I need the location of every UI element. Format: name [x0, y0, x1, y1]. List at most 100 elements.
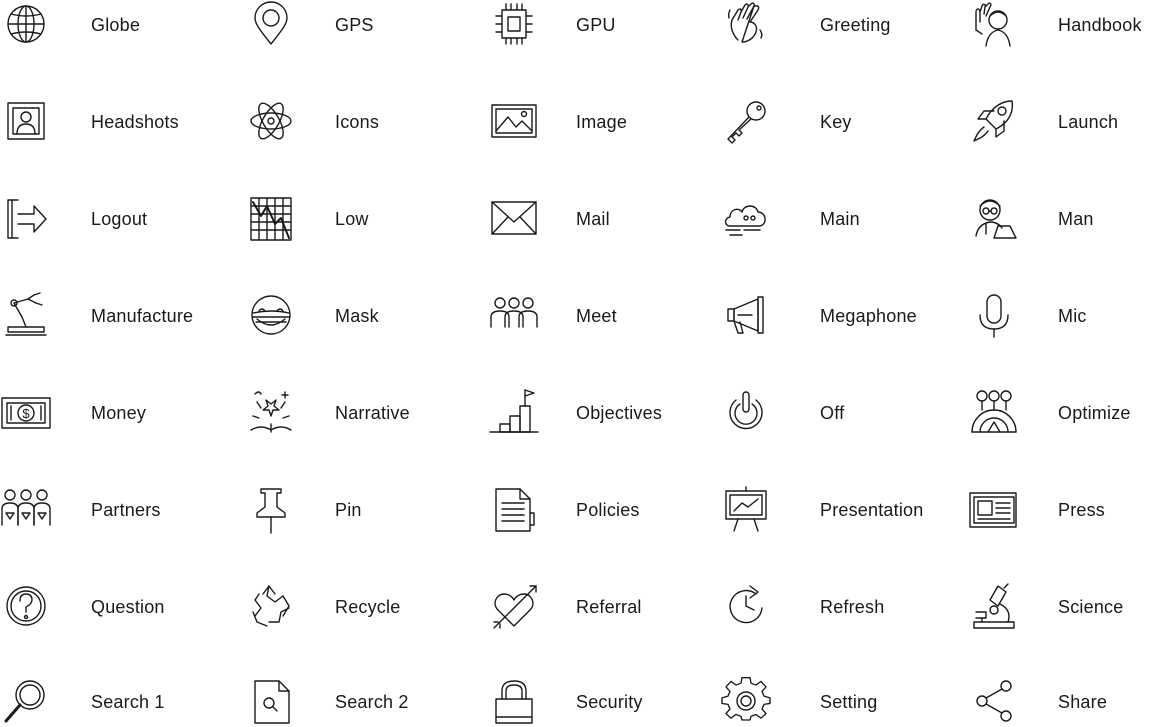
- man-icon: [968, 194, 1020, 244]
- icon-label: Icons: [335, 112, 380, 132]
- icon-tile: Mic: [968, 291, 1168, 341]
- presentation-icon: [720, 485, 772, 535]
- narrative-icon: [245, 388, 297, 438]
- icon-label: Launch: [1058, 112, 1119, 132]
- icon-tile: Referral: [488, 582, 728, 632]
- icon-label: Meet: [576, 306, 617, 326]
- icon-tile: Greeting: [720, 0, 960, 50]
- icon-label: Money: [91, 403, 147, 423]
- icon-tile: Launch: [968, 97, 1168, 147]
- launch-icon: [968, 97, 1020, 147]
- icon-label: Image: [576, 112, 628, 132]
- icon-label: Headshots: [91, 112, 179, 132]
- icon-tile: Question: [0, 582, 240, 632]
- icon-tile: Manufacture: [0, 291, 240, 341]
- gpu-icon: [488, 0, 540, 50]
- partners-icon: [0, 485, 52, 535]
- icon-label: Manufacture: [91, 306, 194, 326]
- icon-label: Globe: [91, 15, 141, 35]
- refresh-icon: [720, 582, 772, 632]
- icon-tile: Partners: [0, 485, 240, 535]
- icon-tile: Search 1: [0, 677, 240, 727]
- icon-label: Referral: [576, 597, 642, 617]
- icon-tile: Key: [720, 97, 960, 147]
- logout-icon: [0, 194, 52, 244]
- icon-label: Man: [1058, 209, 1094, 229]
- icon-label: Logout: [91, 209, 148, 229]
- search-2-icon: [245, 677, 297, 727]
- icon-label: Mask: [335, 306, 379, 326]
- icon-tile: Man: [968, 194, 1168, 244]
- science-icon: [968, 582, 1020, 632]
- off-icon: [720, 388, 772, 438]
- optimize-icon: [968, 388, 1020, 438]
- icon-label: Megaphone: [820, 306, 917, 326]
- icon-tile: Logout: [0, 194, 240, 244]
- icon-label: Low: [335, 209, 369, 229]
- icon-tile: GPU: [488, 0, 728, 50]
- icon-label: Mail: [576, 209, 610, 229]
- icon-tile: Headshots: [0, 97, 240, 147]
- question-icon: [0, 582, 52, 632]
- megaphone-icon: [720, 291, 772, 341]
- referral-icon: [488, 582, 540, 632]
- key-icon: [720, 97, 772, 147]
- icon-tile: Off: [720, 388, 960, 438]
- security-icon: [488, 677, 540, 727]
- icon-tile: Mail: [488, 194, 728, 244]
- setting-icon: [720, 677, 772, 727]
- icon-tile: Narrative: [245, 388, 485, 438]
- icon-label: Optimize: [1058, 403, 1131, 423]
- icon-tile: Pin: [245, 485, 485, 535]
- icon-label: Partners: [91, 500, 161, 520]
- icon-label: Mic: [1058, 306, 1087, 326]
- icon-tile: Setting: [720, 677, 960, 727]
- icon-tile: Search 2: [245, 677, 485, 727]
- search-1-icon: [0, 677, 52, 727]
- icon-tile: Press: [968, 485, 1168, 535]
- icon-tile: Science: [968, 582, 1168, 632]
- icon-label: Main: [820, 209, 860, 229]
- pin-icon: [245, 485, 297, 535]
- icon-label: Greeting: [820, 15, 891, 35]
- policies-icon: [488, 485, 540, 535]
- mask-icon: [245, 291, 297, 341]
- icon-tile: Presentation: [720, 485, 960, 535]
- icon-label: Narrative: [335, 403, 410, 423]
- share-icon: [968, 677, 1020, 727]
- mic-icon: [968, 291, 1020, 341]
- recycle-icon: [245, 582, 297, 632]
- icon-tile: Optimize: [968, 388, 1168, 438]
- icon-label: Refresh: [820, 597, 885, 617]
- icon-tile: GPS: [245, 0, 485, 50]
- icon-grid: Globe GPS GPU Greeting Handbook Headshots Icon…: [0, 0, 1169, 724]
- icon-label: Press: [1058, 500, 1106, 520]
- icon-label: GPS: [335, 15, 374, 35]
- globe-icon: [0, 0, 52, 50]
- icon-label: Key: [820, 112, 852, 132]
- main-icon: [720, 194, 772, 244]
- icon-label: Objectives: [576, 403, 663, 423]
- icon-tile: Objectives: [488, 388, 728, 438]
- icon-tile: Low: [245, 194, 485, 244]
- icon-label: Search 2: [335, 692, 409, 712]
- icon-tile: Recycle: [245, 582, 485, 632]
- icon-tile: Mask: [245, 291, 485, 341]
- icon-tile: Main: [720, 194, 960, 244]
- icon-label: Handbook: [1058, 15, 1142, 35]
- meet-icon: [488, 291, 540, 341]
- icon-label: Presentation: [820, 500, 924, 520]
- icon-tile: Megaphone: [720, 291, 960, 341]
- icon-label: Policies: [576, 500, 640, 520]
- icon-label: Share: [1058, 692, 1108, 712]
- objectives-icon: [488, 388, 540, 438]
- icon-label: Security: [576, 692, 643, 712]
- handbook-icon: [968, 0, 1020, 50]
- icon-tile: Share: [968, 677, 1168, 727]
- icon-label: Setting: [820, 692, 878, 712]
- icon-tile: Refresh: [720, 582, 960, 632]
- greeting-icon: [720, 0, 772, 50]
- icon-label: GPU: [576, 15, 616, 35]
- icon-label: Off: [820, 403, 845, 423]
- icon-label: Search 1: [91, 692, 165, 712]
